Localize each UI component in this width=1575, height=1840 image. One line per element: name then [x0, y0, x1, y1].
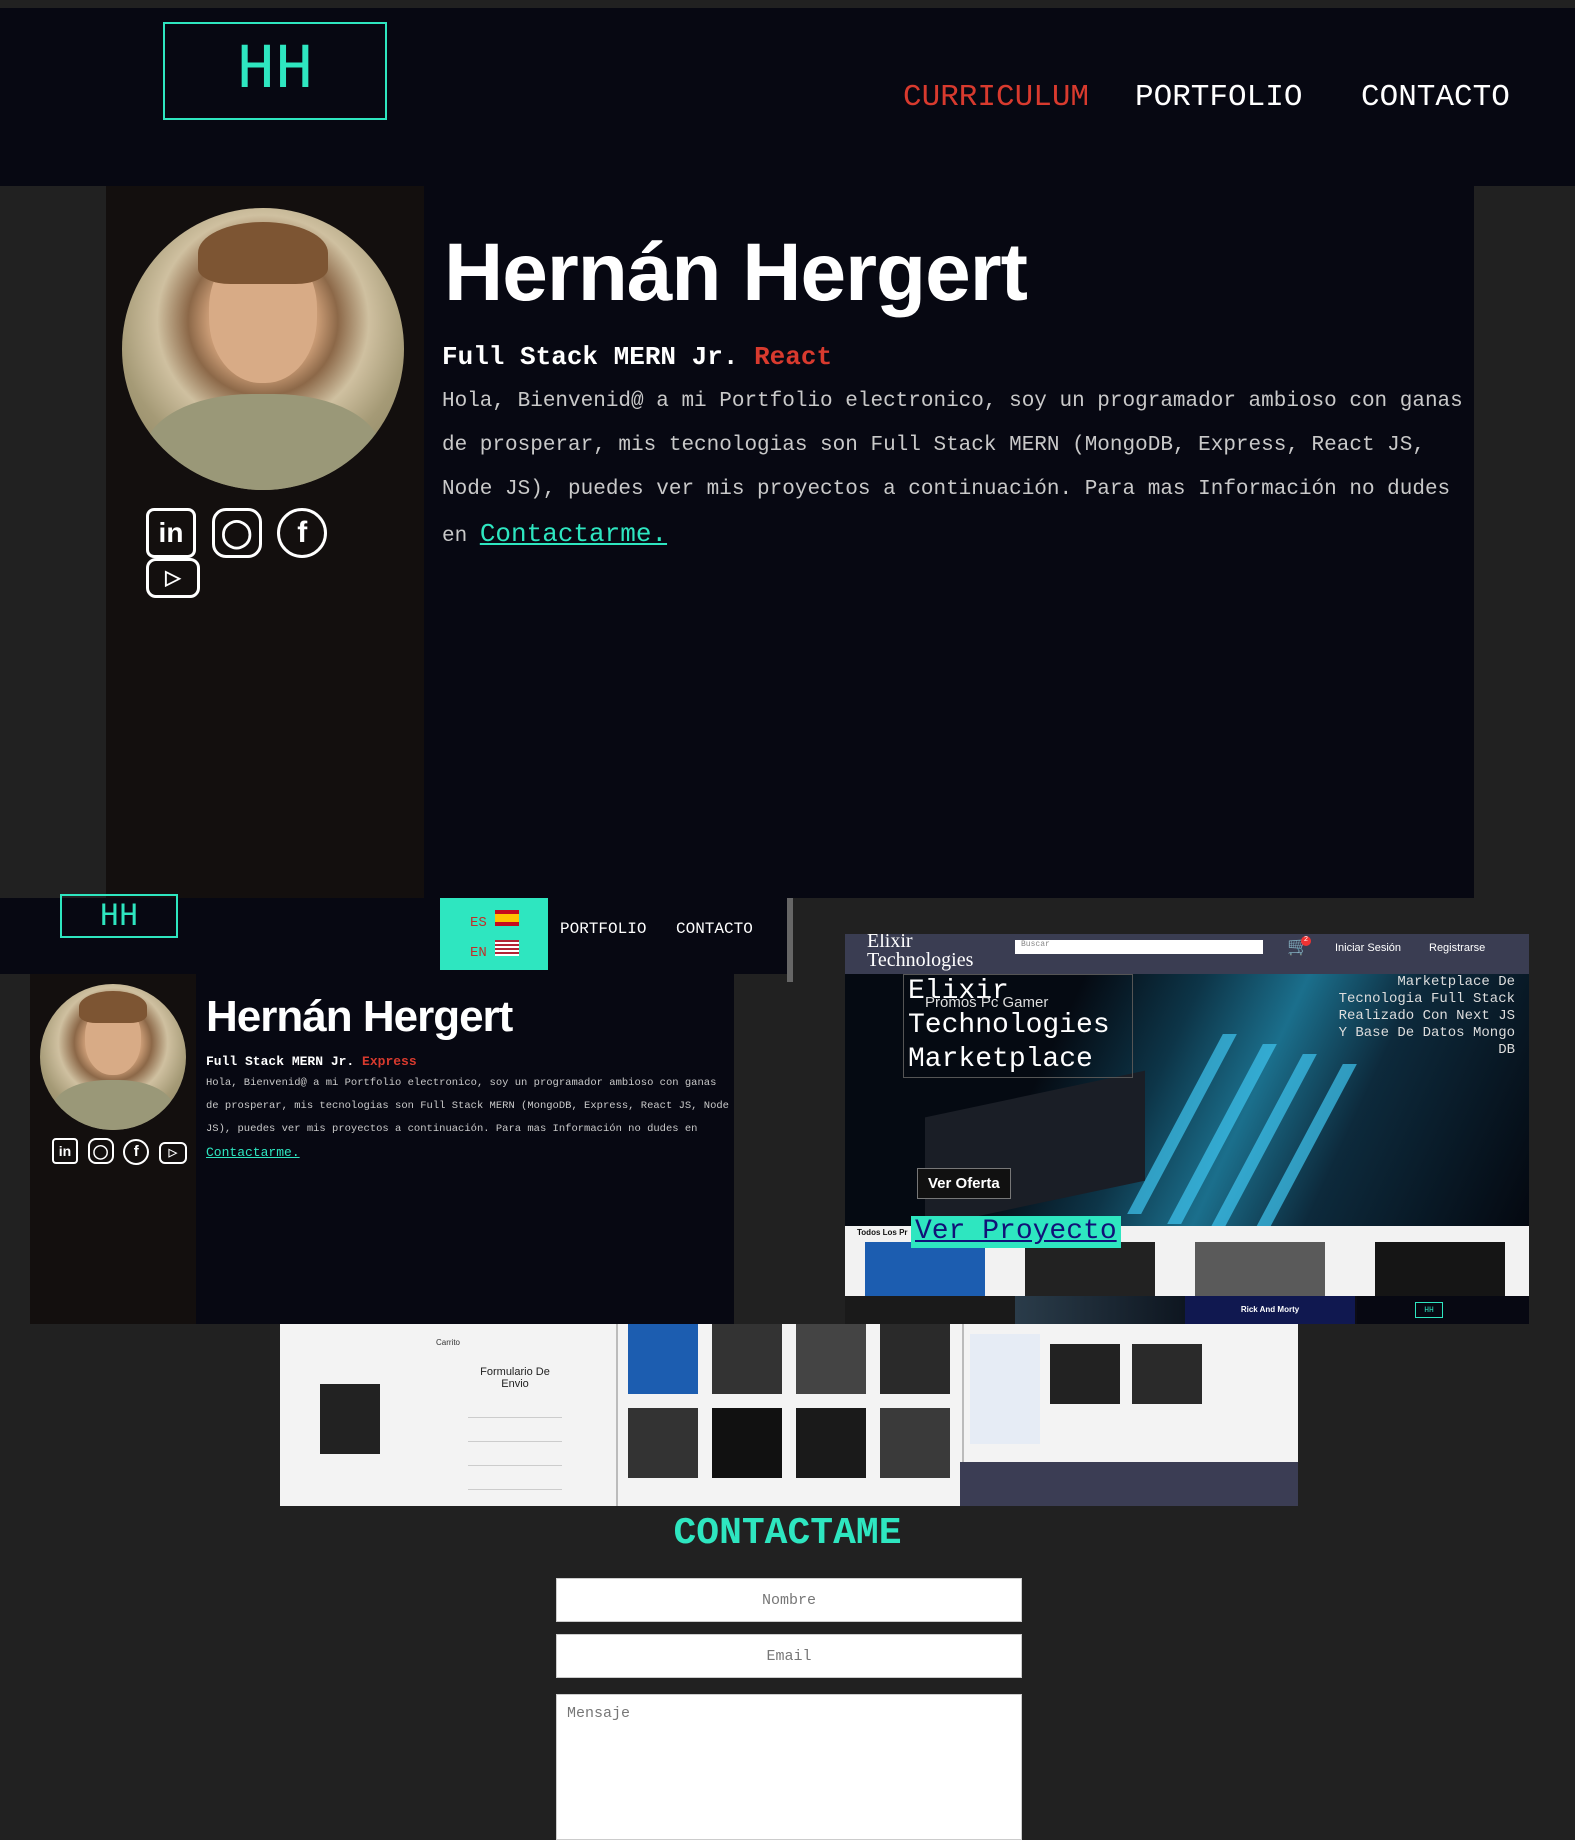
name-input[interactable]: Nombre [556, 1578, 1022, 1622]
shop-preview[interactable]: Carrito Formulario De Envio [280, 1324, 1298, 1506]
usa-flag-icon [495, 940, 520, 956]
lang-es[interactable]: ES [470, 910, 520, 931]
preview-social-icons: in ◯ f ▷ [52, 1138, 192, 1165]
preview-sidebar: in ◯ f ▷ [30, 974, 196, 1324]
facebook-icon[interactable]: f [277, 508, 328, 558]
hero-subtitle: Full Stack MERN Jr. React [442, 342, 833, 372]
hero-role: React [754, 342, 833, 372]
shop-footer [960, 1462, 1298, 1506]
shop-cart-title: Carrito [436, 1338, 461, 1347]
project-login[interactable]: Iniciar Sesión [1335, 942, 1401, 954]
avatar [122, 208, 404, 490]
instagram-icon[interactable]: ◯ [211, 508, 262, 558]
instagram-icon[interactable]: ◯ [87, 1138, 114, 1164]
nav-contacto[interactable]: CONTACTO [1361, 80, 1510, 115]
language-selector[interactable]: ES EN [440, 898, 548, 970]
preview-nav-portfolio[interactable]: PORTFOLIO [560, 920, 646, 938]
project-search-input[interactable]: Buscar [1015, 940, 1263, 954]
project-brand: Elixir Technologies [867, 934, 974, 971]
contact-link[interactable]: Contactarme. [480, 519, 667, 549]
spain-flag-icon [495, 910, 520, 926]
rick-and-morty-project[interactable]: Rick And Morty [1185, 1296, 1355, 1324]
social-icons: in ◯ f ▷ [146, 508, 386, 598]
project-hero-image: Elixir Technologies Marketplace Promos P… [845, 974, 1529, 1244]
preview-name: Hernán Hergert [206, 992, 513, 1041]
linkedin-icon[interactable]: in [146, 508, 196, 558]
facebook-icon[interactable]: f [123, 1139, 150, 1165]
lang-en[interactable]: EN [470, 940, 520, 961]
hero-name: Hernán Hergert [444, 227, 1028, 318]
logo[interactable]: HH [163, 22, 387, 120]
youtube-icon[interactable]: ▷ [158, 1142, 187, 1164]
offer-button[interactable]: Ver Oferta [917, 1168, 1011, 1199]
project-register[interactable]: Registrarse [1429, 942, 1485, 954]
preview-hero: Hernán Hergert Full Stack MERN Jr. Expre… [196, 974, 734, 1324]
message-textarea[interactable]: Mensaje [556, 1694, 1022, 1840]
preview-intro: Hola, Bienvenid@ a mi Portfolio electron… [206, 1077, 729, 1160]
nav-portfolio[interactable]: PORTFOLIO [1135, 80, 1302, 115]
hero-content: Hernán Hergert Full Stack MERN Jr. React… [424, 186, 1474, 898]
main-header: HH CURRICULUM PORTFOLIO CONTACTO [0, 8, 1575, 186]
nav-curriculum[interactable]: CURRICULUM [903, 80, 1089, 115]
linkedin-icon[interactable]: in [52, 1138, 78, 1164]
email-input[interactable]: Email [556, 1634, 1022, 1678]
project-overlay-description: Marketplace De Tecnologia Full Stack Rea… [1338, 974, 1515, 1058]
preview-contact-link[interactable]: Contactarme. [206, 1145, 300, 1160]
cart-count-badge: 2 [1301, 936, 1311, 946]
project-navbar: Elixir Technologies Buscar 🛒 2 Iniciar S… [845, 934, 1529, 974]
preview-nav-contacto[interactable]: CONTACTO [676, 920, 753, 938]
project-card[interactable]: Elixir Technologies Buscar 🛒 2 Iniciar S… [845, 934, 1529, 1300]
preview-subtitle: Full Stack MERN Jr. Express [206, 1054, 417, 1069]
project-promo: Promos Pc Gamer [925, 994, 1049, 1011]
portfolio-panel: Elixir Technologies Buscar 🛒 2 Iniciar S… [793, 898, 1575, 1324]
project-title: Elixir Technologies Marketplace [903, 974, 1133, 1078]
project-category-label: Todos Los Pr [857, 1228, 908, 1237]
profile-sidebar: in ◯ f ▷ [106, 186, 424, 898]
preview-logo[interactable]: HH [60, 894, 178, 938]
mini-logo-project[interactable]: HH [1357, 1296, 1529, 1324]
preview-avatar [40, 984, 186, 1130]
hero-intro: Hola, Bienvenid@ a mi Portfolio electron… [442, 390, 1463, 549]
view-project-button[interactable]: Ver Proyecto [911, 1216, 1121, 1248]
shop-form-title: Formulario De Envio [480, 1366, 550, 1390]
preview-header: HH ES EN PORTFOLIO CONTACTO [0, 894, 790, 974]
contact-title: CONTACTAME [673, 1512, 902, 1555]
youtube-icon[interactable]: ▷ [146, 558, 200, 598]
other-projects-strip: Rick And Morty HH [845, 1296, 1529, 1324]
